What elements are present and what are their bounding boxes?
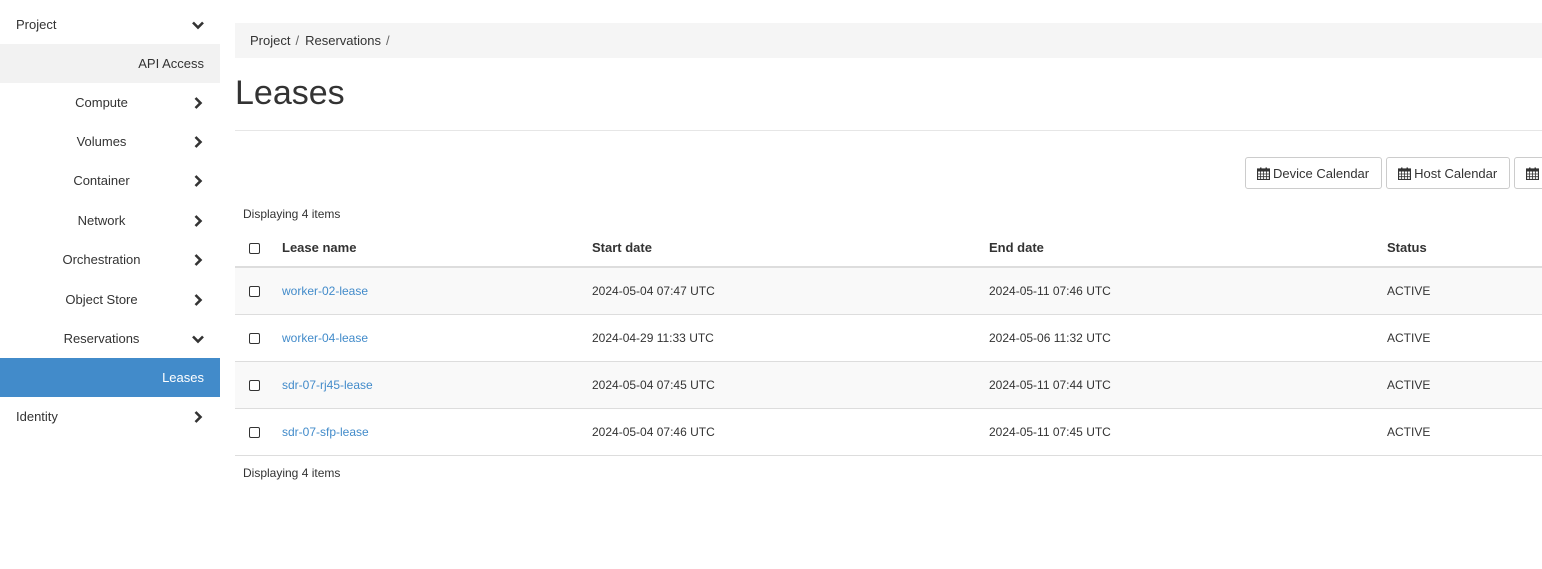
table-header-row: Lease name Start date End date Status <box>235 229 1542 267</box>
row-checkbox[interactable] <box>249 286 260 298</box>
lease-name-link[interactable]: sdr-07-sfp-lease <box>282 425 369 439</box>
sidebar-item-object-store[interactable]: Object Store <box>0 280 220 319</box>
sidebar: Project API Access Compute Volumes Conta… <box>0 0 220 569</box>
main-content: Project / Reservations / Leases Device C… <box>235 0 1542 569</box>
chevron-right-icon <box>191 135 205 149</box>
sidebar-item-compute[interactable]: Compute <box>0 83 220 122</box>
end-date: 2024-05-11 07:46 UTC <box>989 283 1111 298</box>
sidebar-item-network[interactable]: Network <box>0 201 220 240</box>
sidebar-item-label: Project <box>16 17 57 32</box>
status: ACTIVE <box>1387 283 1431 298</box>
row-checkbox[interactable] <box>249 379 260 391</box>
select-all-cell <box>235 229 282 267</box>
table-actions: Device Calendar Host Calendar <box>1245 157 1542 189</box>
sidebar-item-label: Object Store <box>65 292 138 307</box>
chevron-right-icon <box>191 253 205 267</box>
lease-name-link[interactable]: sdr-07-rj45-lease <box>282 378 373 392</box>
column-header-end-date[interactable]: End date <box>989 229 1387 267</box>
table-row: worker-02-lease 2024-05-04 07:47 UTC 202… <box>235 267 1542 314</box>
item-count-bottom: Displaying 4 items <box>243 466 341 480</box>
sidebar-item-label: Container <box>73 173 130 188</box>
device-calendar-button[interactable]: Device Calendar <box>1245 157 1383 189</box>
start-date: 2024-05-04 07:47 UTC <box>592 283 715 298</box>
start-date: 2024-05-04 07:45 UTC <box>592 377 715 392</box>
status: ACTIVE <box>1387 377 1431 392</box>
calendar-icon <box>1256 167 1271 180</box>
sidebar-item-label: Leases <box>162 370 204 385</box>
chevron-down-icon <box>191 332 205 346</box>
start-date: 2024-04-29 11:33 UTC <box>592 330 714 345</box>
column-header-status[interactable]: Status <box>1387 229 1542 267</box>
sidebar-item-label: Volumes <box>76 134 127 149</box>
sidebar-item-volumes[interactable]: Volumes <box>0 122 220 161</box>
table-row: sdr-07-sfp-lease 2024-05-04 07:46 UTC 20… <box>235 408 1542 455</box>
chevron-right-icon <box>191 410 205 424</box>
sidebar-item-label: Network <box>77 213 126 228</box>
page-title: Leases <box>235 74 345 112</box>
end-date: 2024-05-11 07:45 UTC <box>989 424 1111 439</box>
lease-name-link[interactable]: worker-04-lease <box>282 331 368 345</box>
sidebar-item-leases[interactable]: Leases <box>0 358 220 397</box>
chevron-right-icon <box>191 174 205 188</box>
breadcrumb: Project / Reservations / <box>235 23 1542 58</box>
chevron-right-icon <box>191 214 205 228</box>
chevron-down-icon <box>191 18 205 32</box>
sidebar-item-identity[interactable]: Identity <box>0 397 220 436</box>
sidebar-item-label: Compute <box>75 95 128 110</box>
start-date: 2024-05-04 07:46 UTC <box>592 424 715 439</box>
end-date: 2024-05-11 07:44 UTC <box>989 377 1111 392</box>
device-calendar-label: Device Calendar <box>1273 165 1370 181</box>
sidebar-item-label: API Access <box>138 56 204 71</box>
table-row: worker-04-lease 2024-04-29 11:33 UTC 202… <box>235 314 1542 361</box>
calendar-icon <box>1526 167 1540 180</box>
host-calendar-label: Host Calendar <box>1414 165 1498 181</box>
select-all-checkbox[interactable] <box>249 243 260 255</box>
chevron-right-icon <box>191 293 205 307</box>
breadcrumb-separator: / <box>385 33 390 48</box>
row-checkbox[interactable] <box>249 426 260 438</box>
status: ACTIVE <box>1387 330 1431 345</box>
sidebar-item-label: Orchestration <box>62 252 141 267</box>
lease-name-link[interactable]: worker-02-lease <box>282 284 368 298</box>
leases-table: Lease name Start date End date Status wo… <box>235 229 1542 456</box>
sidebar-item-label: Identity <box>16 409 58 424</box>
title-divider <box>235 130 1542 131</box>
row-checkbox[interactable] <box>249 332 260 344</box>
sidebar-item-label: Reservations <box>63 331 140 346</box>
breadcrumb-separator: / <box>295 33 300 48</box>
breadcrumb-reservations[interactable]: Reservations <box>305 33 381 48</box>
breadcrumb-project[interactable]: Project <box>250 33 290 48</box>
calendar-icon <box>1398 167 1412 180</box>
sidebar-item-orchestration[interactable]: Orchestration <box>0 240 220 279</box>
status: ACTIVE <box>1387 424 1431 439</box>
chevron-right-icon <box>191 96 205 110</box>
sidebar-item-project[interactable]: Project <box>0 5 220 44</box>
item-count-top: Displaying 4 items <box>243 207 341 221</box>
table-row: sdr-07-rj45-lease 2024-05-04 07:45 UTC 2… <box>235 361 1542 408</box>
end-date: 2024-05-06 11:32 UTC <box>989 330 1111 345</box>
host-calendar-button[interactable]: Host Calendar <box>1386 157 1511 189</box>
column-header-lease-name[interactable]: Lease name <box>282 229 591 267</box>
more-calendar-button[interactable] <box>1514 157 1542 189</box>
sidebar-item-container[interactable]: Container <box>0 161 220 200</box>
column-header-start-date[interactable]: Start date <box>591 229 989 267</box>
sidebar-item-reservations[interactable]: Reservations <box>0 319 220 358</box>
sidebar-item-api-access[interactable]: API Access <box>0 44 220 83</box>
